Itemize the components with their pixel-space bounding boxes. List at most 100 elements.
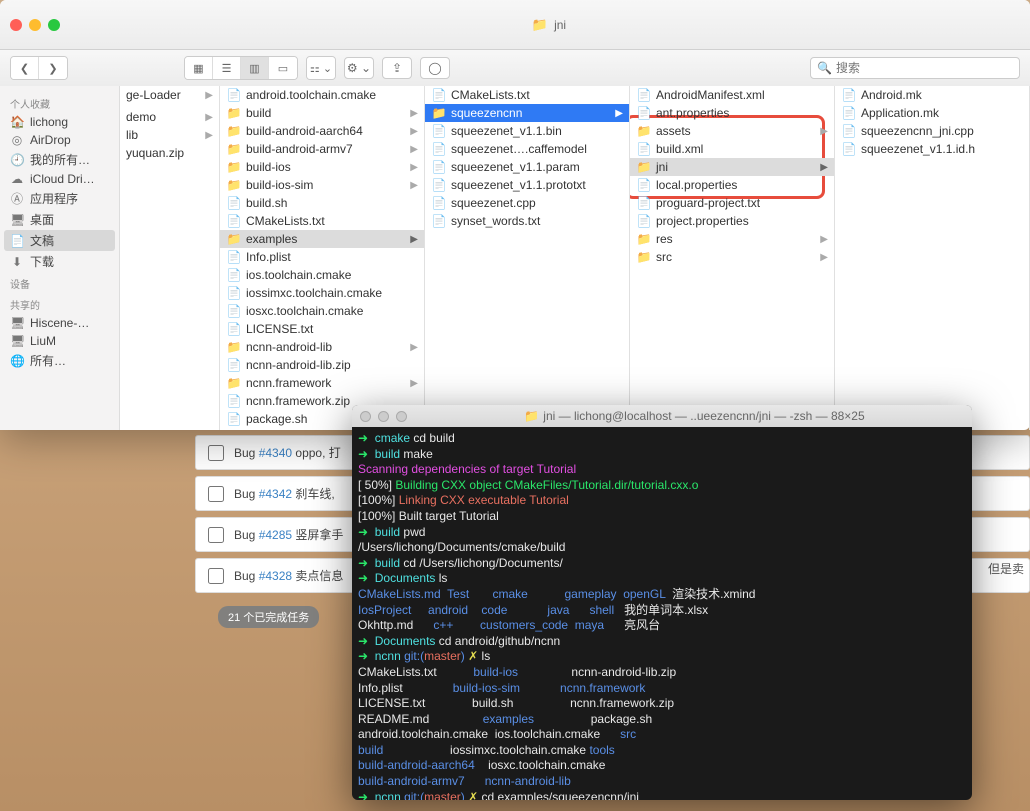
arrange-button[interactable]: ⚏ ⌄	[307, 57, 335, 79]
file-row[interactable]: lib▶	[120, 126, 219, 144]
file-row[interactable]: 📄ncnn-android-lib.zip	[220, 356, 424, 374]
file-row[interactable]: yuquan.zip	[120, 144, 219, 162]
terminal-line: ➜ cmake cd build	[358, 431, 966, 447]
file-row[interactable]: ge-Loader▶	[120, 86, 219, 104]
action-button[interactable]: ⚙ ⌄	[344, 57, 374, 79]
file-row[interactable]: 📄proguard-project.txt	[630, 194, 834, 212]
file-row[interactable]: 📁jni▶	[630, 158, 834, 176]
sidebar-item[interactable]: ⬇下载	[0, 251, 119, 272]
file-row[interactable]: 📁build▶	[220, 104, 424, 122]
file-name: build-ios-sim	[246, 178, 313, 192]
file-name: examples	[246, 232, 297, 246]
file-row[interactable]: 📄build.xml	[630, 140, 834, 158]
file-row[interactable]: 📄iosxc.toolchain.cmake	[220, 302, 424, 320]
share-button[interactable]: ⇪	[382, 57, 412, 79]
task-checkbox[interactable]	[208, 445, 224, 461]
file-row[interactable]: 📄LICENSE.txt	[220, 320, 424, 338]
file-row[interactable]: 📁src▶	[630, 248, 834, 266]
file-row[interactable]: 📄squeezenet_v1.1.prototxt	[425, 176, 629, 194]
term-close-button[interactable]	[360, 411, 371, 422]
sidebar-label: 下载	[30, 253, 54, 270]
tags-button[interactable]: ◯	[420, 57, 450, 79]
sidebar-item[interactable]: 🌐所有…	[0, 350, 119, 371]
minimize-button[interactable]	[29, 19, 41, 31]
task-link[interactable]: #4285	[259, 528, 292, 542]
term-min-button[interactable]	[378, 411, 389, 422]
file-row[interactable]: 📄synset_words.txt	[425, 212, 629, 230]
file-row[interactable]: 📄CMakeLists.txt	[220, 212, 424, 230]
sidebar-item[interactable]: 🕘我的所有…	[0, 149, 119, 170]
file-row[interactable]: 📄ant.properties	[630, 104, 834, 122]
file-name: ios.toolchain.cmake	[246, 268, 351, 282]
view-gallery-button[interactable]: ▭	[269, 57, 297, 79]
task-checkbox[interactable]	[208, 486, 224, 502]
file-row[interactable]: 📄CMakeLists.txt	[425, 86, 629, 104]
file-row[interactable]: 📄local.properties	[630, 176, 834, 194]
task-checkbox[interactable]	[208, 568, 224, 584]
file-row[interactable]: 📁build-ios▶	[220, 158, 424, 176]
file-row[interactable]: 📄 ios.toolchain.cmake	[220, 266, 424, 284]
back-button[interactable]: ❮	[11, 57, 39, 79]
file-row[interactable]: 📄Info.plist	[220, 248, 424, 266]
file-name: build.xml	[656, 142, 703, 156]
file-row[interactable]: 📄squeezenet.cpp	[425, 194, 629, 212]
file-name: package.sh	[246, 412, 307, 426]
file-row[interactable]: 📁ncnn.framework▶	[220, 374, 424, 392]
file-row[interactable]: 📄Application.mk	[835, 104, 1029, 122]
forward-button[interactable]: ❯	[39, 57, 67, 79]
view-column-button[interactable]: ▥	[241, 57, 269, 79]
task-link[interactable]: #4342	[259, 487, 292, 501]
sidebar-item[interactable]: 📄文稿	[4, 230, 115, 251]
file-row[interactable]: 📄android.toolchain.cmake	[220, 86, 424, 104]
sidebar-item[interactable]: Ⓐ应用程序	[0, 188, 119, 209]
view-icon-button[interactable]: ▦	[185, 57, 213, 79]
file-row[interactable]: 📁build-ios-sim▶	[220, 176, 424, 194]
file-name: squeezenet_v1.1.param	[451, 160, 580, 174]
file-name: build-ios	[246, 160, 291, 174]
sidebar-item[interactable]: ☁iCloud Dri…	[0, 170, 119, 188]
task-checkbox[interactable]	[208, 527, 224, 543]
file-row[interactable]: 📁ncnn-android-lib▶	[220, 338, 424, 356]
task-link[interactable]: #4340	[259, 446, 292, 460]
file-row[interactable]: 📄build.sh	[220, 194, 424, 212]
close-button[interactable]	[10, 19, 22, 31]
view-list-button[interactable]: ☰	[213, 57, 241, 79]
term-max-button[interactable]	[396, 411, 407, 422]
task-link[interactable]: #4328	[259, 569, 292, 583]
file-row[interactable]: 📁build-android-aarch64▶	[220, 122, 424, 140]
file-row[interactable]: 📄Android.mk	[835, 86, 1029, 104]
file-row[interactable]: 📁build-android-armv7▶	[220, 140, 424, 158]
maximize-button[interactable]	[48, 19, 60, 31]
file-row[interactable]: demo▶	[120, 108, 219, 126]
folder-icon: 📁	[226, 376, 242, 390]
folder-icon: 📁	[431, 106, 447, 120]
file-icon: 📄	[226, 196, 242, 210]
file-row[interactable]: 📁res▶	[630, 230, 834, 248]
sidebar-item[interactable]: 🖥LiuM	[0, 332, 119, 350]
terminal-body[interactable]: ➜ cmake cd build➜ build makeScanning dep…	[352, 427, 972, 800]
search-box[interactable]: 🔍	[810, 57, 1020, 79]
search-input[interactable]	[836, 61, 1013, 75]
sidebar-item[interactable]: 🖥Hiscene-…	[0, 314, 119, 332]
file-row[interactable]: 📄squeezenet_v1.1.id.h	[835, 140, 1029, 158]
column-3: 📄CMakeLists.txt📁squeezencnn▶📄squeezenet_…	[425, 86, 630, 430]
file-row[interactable]: 📁assets▶	[630, 122, 834, 140]
file-row[interactable]: 📄squeezencnn_jni.cpp	[835, 122, 1029, 140]
file-row[interactable]: 📄squeezenet….caffemodel	[425, 140, 629, 158]
file-row[interactable]: 📁examples▶	[220, 230, 424, 248]
file-row[interactable]: 📄project.properties	[630, 212, 834, 230]
file-row[interactable]: 📄squeezenet_v1.1.param	[425, 158, 629, 176]
sidebar-item[interactable]: 🖥桌面	[0, 209, 119, 230]
sidebar-item[interactable]: ◎AirDrop	[0, 131, 119, 149]
file-icon: 📄	[636, 88, 652, 102]
file-name: yuquan.zip	[126, 146, 184, 160]
file-row[interactable]: 📄squeezenet_v1.1.bin	[425, 122, 629, 140]
file-row[interactable]: 📄iossimxc.toolchain.cmake	[220, 284, 424, 302]
chevron-right-icon: ▶	[820, 162, 828, 173]
file-row[interactable]: 📄AndroidManifest.xml	[630, 86, 834, 104]
file-icon: 📄	[226, 268, 242, 282]
file-icon: 📄	[226, 214, 242, 228]
file-name: iossimxc.toolchain.cmake	[246, 286, 382, 300]
sidebar-item[interactable]: 🏠lichong	[0, 113, 119, 131]
file-row[interactable]: 📁squeezencnn▶	[425, 104, 629, 122]
